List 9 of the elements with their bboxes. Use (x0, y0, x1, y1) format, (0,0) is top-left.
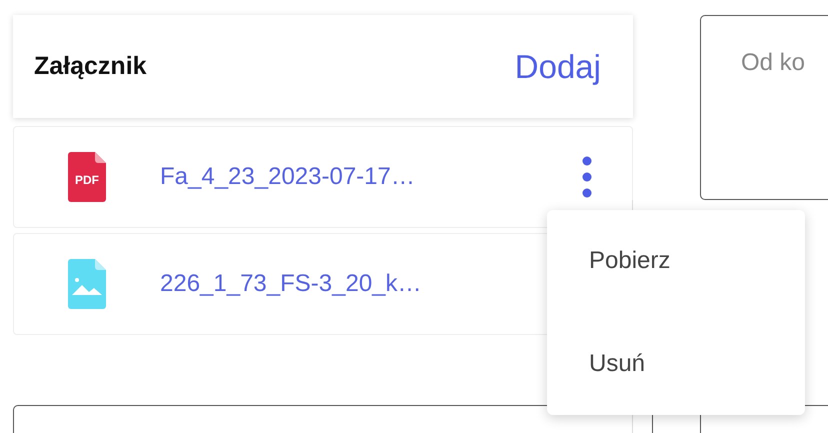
menu-item[interactable]: Usuń (547, 334, 805, 394)
image-file-icon (68, 259, 106, 309)
input-field[interactable]: Od ko (700, 15, 828, 200)
pdf-file-icon: PDF (68, 152, 106, 202)
file-name-link[interactable]: Fa_4_23_2023-07-17… (160, 163, 582, 191)
more-options-icon[interactable] (582, 156, 592, 198)
add-button[interactable]: Dodaj (514, 48, 601, 86)
attachments-title: Załącznik (34, 52, 147, 81)
file-row[interactable]: PDF Fa_4_23_2023-07-17… (13, 126, 633, 228)
